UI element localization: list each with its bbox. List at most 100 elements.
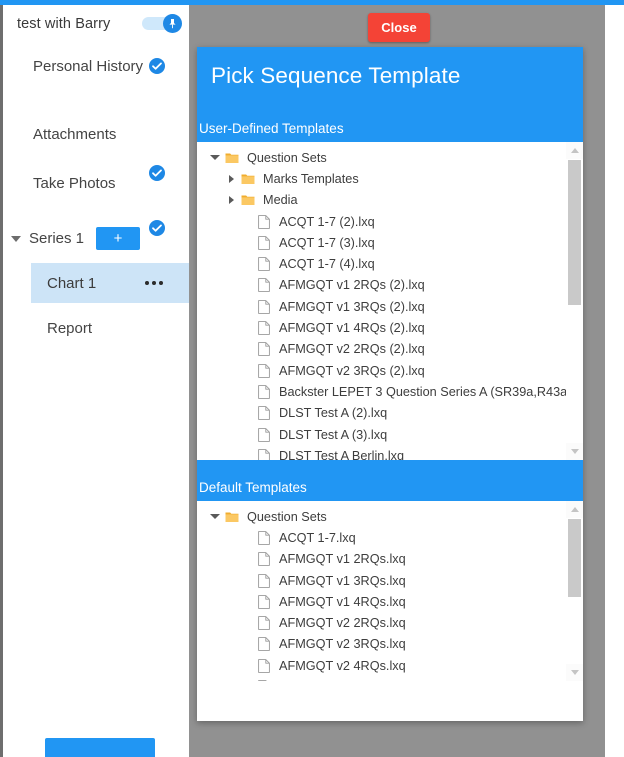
tree-folder-node[interactable]: Media xyxy=(197,190,583,211)
tree-node-label: AFMGQT v1 3RQs (2).lxq xyxy=(279,299,425,314)
dialog-header: Pick Sequence Template User-Defined Temp… xyxy=(197,47,583,142)
tree-node-label: DLST Test A (3).lxq xyxy=(279,427,388,442)
section-band-default: Default Templates xyxy=(197,460,583,501)
arrow-up-icon[interactable] xyxy=(566,142,583,159)
chevron-down-icon[interactable] xyxy=(11,236,21,242)
sidebar-item-label: Take Photos xyxy=(33,175,116,192)
sidebar-item-chart-1[interactable]: Chart 1 xyxy=(31,263,189,303)
tree-node-label: AFMGQT v1 2RQs.lxq xyxy=(279,552,406,567)
pin-icon xyxy=(169,18,176,28)
tree-node-label: AFMGQT v2 3RQs.lxq xyxy=(279,637,406,652)
tree-node-label: AFMGQT v1 4RQs.lxq xyxy=(279,594,406,609)
tree-folder-node[interactable]: Marks Templates xyxy=(197,168,583,189)
tree-file-node[interactable]: ACQT 1-7 (2).lxq xyxy=(197,211,583,232)
user-defined-templates-pane: Question Sets Marks Templates Media ACQT 1-… xyxy=(197,142,583,460)
arrow-down-icon[interactable] xyxy=(566,443,583,460)
file-icon xyxy=(255,427,273,442)
tree-node-label: Question Sets xyxy=(247,150,327,165)
tree-node-label: AFMGQT v2 2RQs (2).lxq xyxy=(279,342,425,357)
tree-file-node[interactable]: AFMGQT v2 2RQs.lxq xyxy=(197,612,583,633)
pin-toggle[interactable] xyxy=(142,14,182,33)
tree-file-node[interactable]: AFMGQT v2 3RQs (2).lxq xyxy=(197,360,583,381)
tree-file-node[interactable]: DLST Test A Berlin.lxq xyxy=(197,445,583,460)
tree-node-label: AFMGQT v1 2RQs (2).lxq xyxy=(279,278,425,293)
file-icon xyxy=(255,680,273,681)
tree-node-label: Backster LEPET 3 Question Series A (SR39… xyxy=(279,384,583,399)
chevron-down-icon[interactable] xyxy=(207,514,223,520)
folder-icon xyxy=(223,511,241,523)
file-icon xyxy=(255,257,273,271)
tree-file-node[interactable]: AFMGQT v2 3RQs.lxq xyxy=(197,634,583,655)
tree-file-node[interactable]: DLST Test A (3).lxq xyxy=(197,424,583,445)
sidebar-item-series-1[interactable]: Series 1 + xyxy=(3,220,189,251)
file-icon xyxy=(255,214,273,229)
tree-node-label: DLST Test A.lxq xyxy=(273,680,369,681)
section-band-label: Default Templates xyxy=(199,480,307,495)
tree-node-label: AFMGQT v1 3RQs.lxq xyxy=(279,573,406,588)
scrollbar-thumb[interactable] xyxy=(568,519,581,597)
tree-file-node[interactable]: AFMGQT v2 2RQs (2).lxq xyxy=(197,339,583,360)
chevron-down-icon[interactable] xyxy=(207,155,223,161)
file-icon xyxy=(255,363,273,378)
file-icon xyxy=(255,637,273,652)
folder-icon xyxy=(223,152,241,164)
tree-file-node[interactable]: DLST Test A (2).lxq xyxy=(197,403,583,424)
file-icon xyxy=(255,299,273,314)
tree-file-node[interactable]: AFMGQT v1 4RQs.lxq xyxy=(197,591,583,612)
default-templates-pane: Question Sets ACQT 1-7.lxq AFMGQT v1 2RQs.… xyxy=(197,501,583,681)
tree-file-node[interactable]: DLST Test A.lxq xyxy=(197,676,583,681)
kebab-icon[interactable] xyxy=(145,281,163,285)
file-icon xyxy=(255,321,273,335)
pick-sequence-template-dialog: Pick Sequence Template User-Defined Temp… xyxy=(197,47,583,721)
app-root: test with Barry Personal History Attachm… xyxy=(0,0,624,757)
file-icon xyxy=(255,531,273,545)
sidebar-item-attachments[interactable]: Attachments xyxy=(3,124,189,146)
sidebar-item-label: Personal History xyxy=(33,58,144,75)
tree-node-label: Media xyxy=(263,193,298,208)
tree-file-node[interactable]: AFMGQT v1 3RQs.lxq xyxy=(197,570,583,591)
chevron-right-icon[interactable] xyxy=(223,174,239,183)
file-icon xyxy=(255,658,273,673)
section-band-user-defined: User-Defined Templates xyxy=(197,115,583,142)
folder-icon xyxy=(239,173,257,185)
tree-file-node[interactable]: ACQT 1-7 (3).lxq xyxy=(197,232,583,253)
chevron-right-icon[interactable] xyxy=(223,196,239,205)
sidebar-item-label: Attachments xyxy=(33,126,117,143)
sidebar-item-report[interactable]: Report xyxy=(31,317,189,339)
file-icon xyxy=(255,448,273,460)
user-defined-tree[interactable]: Question Sets Marks Templates Media ACQT 1-… xyxy=(197,142,583,460)
file-icon xyxy=(255,235,273,250)
tree-file-node[interactable]: AFMGQT v1 3RQs (2).lxq xyxy=(197,296,583,317)
sidebar-footer-button[interactable] xyxy=(45,738,155,757)
scrollbar-user-defined[interactable] xyxy=(566,142,583,460)
add-chart-button[interactable]: + xyxy=(96,226,141,250)
report-label: Report xyxy=(47,319,93,337)
tree-folder-node[interactable]: Question Sets xyxy=(197,506,583,527)
file-icon xyxy=(255,573,273,588)
tree-file-node[interactable]: AFMGQT v1 4RQs (2).lxq xyxy=(197,317,583,338)
series-label: Series 1 xyxy=(29,229,85,247)
tree-node-label: AFMGQT v2 2RQs.lxq xyxy=(279,616,406,631)
sidebar-title: test with Barry xyxy=(17,16,111,32)
sidebar-item-personal-history[interactable]: Personal History xyxy=(3,56,189,102)
arrow-down-icon[interactable] xyxy=(566,664,583,681)
arrow-up-icon[interactable] xyxy=(566,501,583,518)
chart-label: Chart 1 xyxy=(47,274,97,292)
pin-toggle-knob xyxy=(163,14,182,33)
file-icon xyxy=(255,406,273,421)
tree-file-node[interactable]: ACQT 1-7 (4).lxq xyxy=(197,253,583,274)
file-icon xyxy=(255,594,273,609)
tree-file-node[interactable]: AFMGQT v1 2RQs (2).lxq xyxy=(197,275,583,296)
tree-file-node[interactable]: ACQT 1-7.lxq xyxy=(197,527,583,548)
scrollbar-default[interactable] xyxy=(566,501,583,681)
tree-file-node[interactable]: Backster LEPET 3 Question Series A (SR39… xyxy=(197,381,583,402)
tree-node-label: DLST Test A Berlin.lxq xyxy=(279,448,405,460)
tree-folder-node[interactable]: Question Sets xyxy=(197,147,583,168)
tree-file-node[interactable]: AFMGQT v2 4RQs.lxq xyxy=(197,655,583,676)
scrollbar-thumb[interactable] xyxy=(568,160,581,305)
sidebar-item-take-photos[interactable]: Take Photos xyxy=(3,165,189,195)
dialog-title: Pick Sequence Template xyxy=(211,63,461,88)
close-button[interactable]: Close xyxy=(368,13,430,42)
default-templates-tree[interactable]: Question Sets ACQT 1-7.lxq AFMGQT v1 2RQs.… xyxy=(197,501,583,681)
tree-file-node[interactable]: AFMGQT v1 2RQs.lxq xyxy=(197,549,583,570)
